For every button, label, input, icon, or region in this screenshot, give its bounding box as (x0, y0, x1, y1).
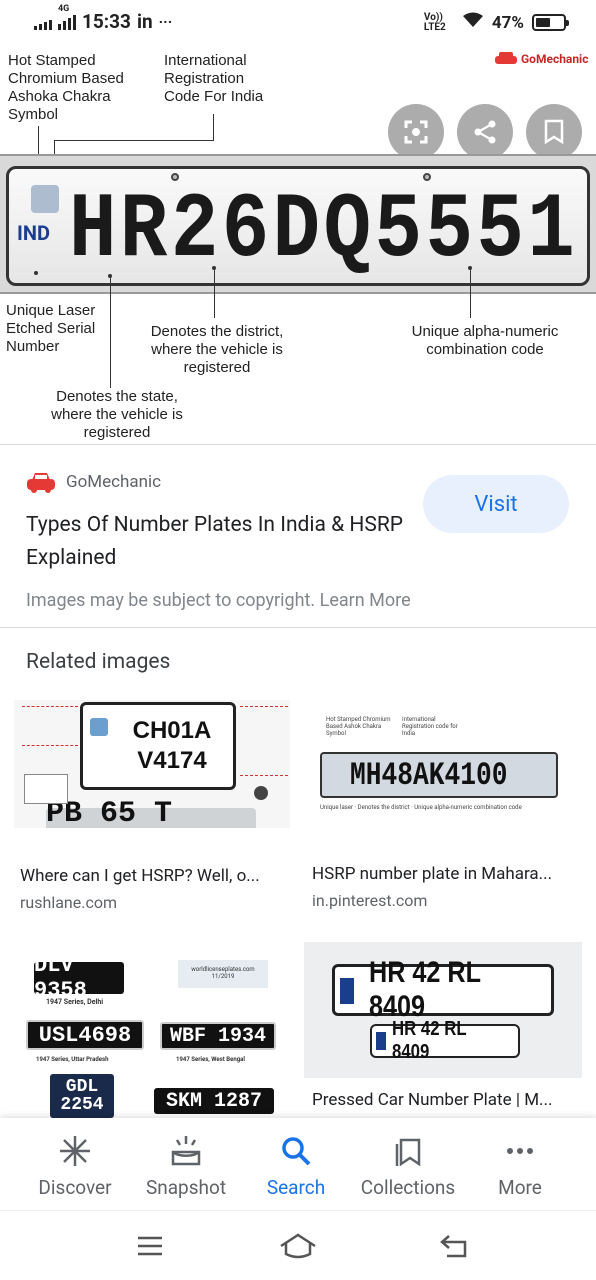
linkedin-notification: in (136, 10, 153, 33)
thumb-plate: USL4698 (26, 1020, 144, 1050)
signal-4g-icon: 4G (58, 4, 76, 30)
signal-icon (34, 14, 52, 30)
menu-lines-icon (138, 1236, 162, 1256)
thumb-plate: WBF 1934 (160, 1022, 276, 1050)
bottom-navigation: Discover Snapshot Search Collections Mor… (0, 1118, 596, 1210)
back-icon (440, 1235, 467, 1258)
related-title[interactable]: Where can I get HSRP? Well, o... (20, 866, 290, 886)
visit-label: Visit (474, 491, 518, 517)
more-dots-icon (507, 1148, 533, 1154)
source-name: GoMechanic (66, 472, 162, 492)
chakra-hologram-icon (31, 185, 59, 213)
search-icon (282, 1137, 311, 1166)
home-icon (280, 1233, 316, 1259)
number-plate-image: IND HR26DQ5551 (0, 154, 596, 294)
thumb-plate: HR 42 RL 8409 (332, 956, 554, 1023)
thumb-plate: MH48AK4100 (320, 752, 558, 798)
share-button[interactable] (457, 104, 513, 160)
gomechanic-watermark: GoMechanic (494, 52, 589, 66)
thumb-plate: DLV 9358 (34, 953, 124, 1003)
thumb-plate: SKM 1287 (154, 1088, 274, 1114)
system-navigation-bar (0, 1210, 596, 1280)
thumb-plate: GDL 2254 (50, 1074, 114, 1118)
copyright-notice: Images may be subject to copyright. Lear… (26, 590, 411, 611)
related-image-card[interactable]: CH01A V4174 PB 65 T 1867 Where can I get… (14, 700, 294, 920)
related-images-heading: Related images (26, 650, 171, 674)
thumb-holo-icon (90, 718, 108, 736)
annotation-district: Denotes the district, where the vehicle … (150, 323, 284, 376)
result-title[interactable]: Types Of Number Plates In India & HSRP E… (26, 509, 406, 575)
annotation-hot-stamped: Hot Stamped Chromium Based Ashoka Chakra… (8, 52, 124, 123)
related-image-card[interactable]: HR 42 RL 8409 HR 42 RL 8409 Pressed Car … (304, 942, 584, 1118)
related-title[interactable]: HSRP number plate in Mahara... (312, 864, 580, 884)
lens-icon (404, 120, 428, 144)
status-bar: 4G 15:33 in ··· Vo)) LTE2 47% (0, 0, 596, 46)
related-thumbnail[interactable]: Hot Stamped Chromium Based Ashok Chakra … (304, 700, 582, 826)
annotation-alpha-numeric: Unique alpha-numeric combination code (411, 323, 559, 358)
gomechanic-logo-icon (27, 473, 55, 493)
battery-icon (532, 14, 569, 31)
share-icon (474, 120, 496, 144)
wifi-icon (462, 12, 484, 33)
plate-country-code: IND (17, 221, 50, 245)
result-info: GoMechanic Types Of Number Plates In Ind… (0, 444, 596, 628)
related-title[interactable]: Pressed Car Number Plate | M... (312, 1090, 580, 1110)
google-lens-button[interactable] (388, 104, 444, 160)
battery-percentage: 47% (491, 12, 524, 33)
recents-button[interactable] (128, 1229, 172, 1263)
bookmark-icon (544, 119, 564, 145)
annotation-intl-code: International Registration Code For Indi… (164, 52, 264, 105)
thumb-plate-2: PB 65 T 1867 (46, 797, 256, 828)
volte-indicator: Vo)) LTE2 (423, 11, 446, 33)
related-thumbnail[interactable]: CH01A V4174 PB 65 T 1867 (14, 700, 290, 828)
visit-button[interactable]: Visit (423, 475, 569, 533)
related-thumbnail[interactable]: DLV 9358 1947 Series, Delhi worldlicense… (14, 942, 292, 1118)
hero-image[interactable]: Hot Stamped Chromium Based Ashoka Chakra… (0, 46, 596, 444)
related-image-card[interactable]: DLV 9358 1947 Series, Delhi worldlicense… (14, 942, 294, 1118)
related-thumbnail[interactable]: HR 42 RL 8409 HR 42 RL 8409 (304, 942, 582, 1078)
annotation-state: Denotes the state, where the vehicle is … (51, 388, 183, 441)
related-image-card[interactable]: Hot Stamped Chromium Based Ashok Chakra … (304, 700, 584, 920)
more-notifications: ··· (158, 12, 173, 31)
thumb-plate: CH01A V4174 (80, 702, 236, 790)
save-button[interactable] (526, 104, 582, 160)
related-source: in.pinterest.com (312, 891, 428, 910)
clock: 15:33 (82, 10, 131, 33)
source-row[interactable]: GoMechanic (26, 471, 161, 493)
back-button[interactable] (432, 1229, 476, 1263)
annotation-laser-serial: Unique Laser Etched Serial Number (6, 302, 96, 355)
thumb-plate: HR 42 RL 8409 (370, 1018, 520, 1063)
nav-more[interactable]: More (465, 1118, 575, 1210)
home-button[interactable] (276, 1227, 320, 1265)
snapshot-icon (171, 1136, 201, 1166)
learn-more-link[interactable]: Learn More (320, 590, 411, 611)
plate-number: HR26DQ5551 (69, 178, 579, 283)
related-source: rushlane.com (20, 893, 117, 912)
asterisk-icon (60, 1136, 90, 1166)
collections-icon (395, 1138, 421, 1167)
